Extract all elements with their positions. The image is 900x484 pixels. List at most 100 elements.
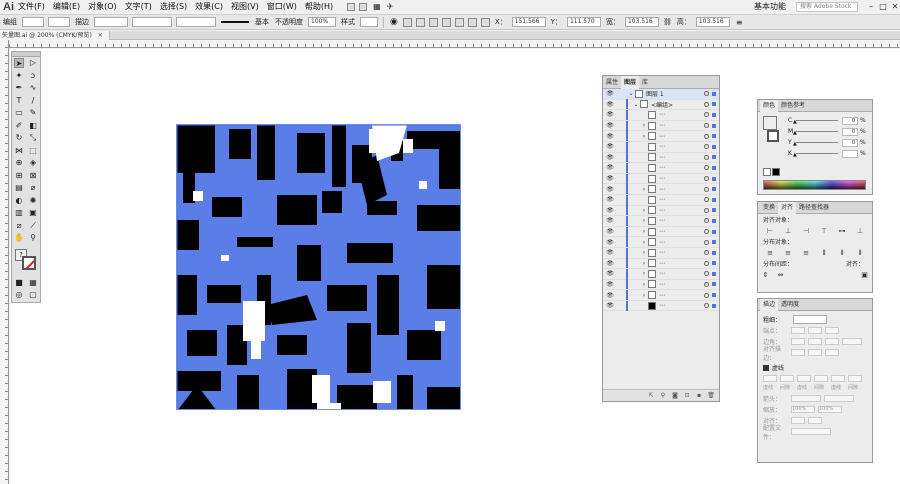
selection-indicator[interactable]: [712, 218, 716, 223]
visibility-eye-icon[interactable]: 👁: [605, 143, 615, 150]
target-circle-icon[interactable]: [704, 303, 709, 309]
target-circle-icon[interactable]: [704, 112, 709, 118]
selection-indicator[interactable]: [712, 271, 716, 276]
sublayer-row[interactable]: 👁 › ⋯: [603, 205, 719, 217]
arrow-tip-beyond-icon[interactable]: [791, 417, 805, 424]
align-to-select-icon[interactable]: ▣: [860, 271, 869, 280]
slice-tool-icon[interactable]: ⧄: [14, 221, 24, 231]
align-left-icon[interactable]: [402, 17, 412, 27]
expand-chevron-icon[interactable]: ⌄: [627, 90, 635, 97]
scale-end-input[interactable]: 100%: [818, 406, 842, 413]
hand-tool-icon[interactable]: ✋: [14, 233, 24, 243]
target-circle-icon[interactable]: [704, 186, 709, 192]
pen-tool-icon[interactable]: ✒: [14, 83, 24, 93]
sublayer-row[interactable]: 👁 › ⋯: [603, 268, 719, 280]
expand-chevron-icon[interactable]: ›: [640, 217, 648, 224]
visibility-eye-icon[interactable]: 👁: [605, 111, 615, 118]
tab-libraries[interactable]: 库: [639, 76, 651, 89]
width-input[interactable]: 103.516: [624, 17, 659, 27]
target-circle-icon[interactable]: [704, 271, 709, 277]
selection-indicator[interactable]: [712, 165, 716, 170]
line-tool-icon[interactable]: /: [28, 96, 38, 106]
group-name[interactable]: <编组>: [651, 100, 704, 109]
variable-width-select[interactable]: [132, 17, 172, 27]
selection-indicator[interactable]: [712, 282, 716, 287]
stroke-color-select[interactable]: [48, 17, 70, 27]
target-circle-icon[interactable]: [704, 207, 709, 213]
menu-type[interactable]: 文字(T): [125, 1, 152, 12]
target-circle-icon[interactable]: [704, 229, 709, 235]
sublayer-name[interactable]: ⋯: [659, 196, 704, 203]
sublayer-row[interactable]: 👁 ⋯: [603, 141, 719, 153]
dash-input[interactable]: [831, 375, 845, 382]
visibility-eye-icon[interactable]: 👁: [605, 186, 615, 193]
visibility-eye-icon[interactable]: 👁: [605, 154, 615, 161]
profile-select[interactable]: [176, 17, 216, 27]
visibility-eye-icon[interactable]: 👁: [605, 292, 615, 299]
round-join-icon[interactable]: [808, 338, 822, 345]
visibility-eye-icon[interactable]: 👁: [605, 228, 615, 235]
align-inside-stroke-icon[interactable]: [808, 349, 822, 356]
expand-chevron-icon[interactable]: ›: [640, 249, 648, 256]
document-tab[interactable]: 矢量图.ai @ 200% (CMYK/预览) ✕: [0, 31, 110, 40]
transform-icon[interactable]: [480, 17, 490, 27]
expand-chevron-icon[interactable]: ›: [640, 133, 648, 140]
selection-indicator[interactable]: [712, 229, 716, 234]
limit-input[interactable]: [842, 338, 862, 345]
expand-chevron-icon[interactable]: ⌄: [632, 101, 640, 108]
free-transform-tool-icon[interactable]: ⬚: [28, 146, 38, 156]
selection-indicator[interactable]: [712, 197, 716, 202]
visibility-eye-icon[interactable]: 👁: [605, 207, 615, 214]
align-hcenter-icon[interactable]: [415, 17, 425, 27]
expand-chevron-icon[interactable]: ›: [640, 239, 648, 246]
distribute-v-center-icon[interactable]: ≡: [784, 249, 793, 258]
align-center-stroke-icon[interactable]: [791, 349, 805, 356]
target-circle-icon[interactable]: [704, 239, 709, 245]
visibility-eye-icon[interactable]: 👁: [605, 270, 615, 277]
stroke-weight-input[interactable]: [94, 17, 128, 27]
arrow-end-select[interactable]: [824, 395, 854, 402]
maximize-button[interactable]: □: [878, 2, 888, 11]
distribute-h-space-icon[interactable]: ⇔: [776, 271, 785, 280]
vector-artwork[interactable]: [176, 124, 461, 410]
dashed-line-checkbox[interactable]: [763, 364, 769, 371]
layer-row-group[interactable]: 👁 ⌄ <编组>: [603, 99, 719, 111]
sublayer-row[interactable]: 👁 › ⋯: [603, 120, 719, 132]
sublayer-name[interactable]: ⋯: [659, 186, 704, 193]
menu-help[interactable]: 帮助(H): [305, 1, 333, 12]
menu-edit[interactable]: 编辑(E): [53, 1, 80, 12]
sublayer-row[interactable]: 👁 › ⋯: [603, 258, 719, 270]
draw-mode-icon[interactable]: ◎: [14, 290, 24, 300]
channel-slider[interactable]: [793, 141, 838, 147]
expand-chevron-icon[interactable]: ›: [640, 186, 648, 193]
target-circle-icon[interactable]: [704, 292, 709, 298]
gap-input[interactable]: [848, 375, 862, 382]
options-menu-icon[interactable]: ≡: [736, 18, 743, 27]
selection-indicator[interactable]: [712, 208, 716, 213]
layer-name[interactable]: 图层 1: [646, 89, 704, 98]
height-input[interactable]: 103.516: [695, 17, 730, 27]
close-window-button[interactable]: ✕: [890, 2, 900, 11]
none-swatch[interactable]: [763, 168, 771, 176]
sublayer-name[interactable]: ⋯: [659, 260, 704, 267]
dash-input[interactable]: [763, 375, 777, 382]
width-tool-icon[interactable]: ⋈: [14, 146, 24, 156]
sublayer-name[interactable]: ⋯: [659, 270, 704, 277]
vertical-ruler[interactable]: [0, 40, 9, 484]
channel-value[interactable]: 0: [842, 127, 858, 136]
arrange-docs-icon[interactable]: ▦: [373, 2, 381, 11]
shape-builder-tool-icon[interactable]: ⊕: [14, 158, 24, 168]
selection-indicator[interactable]: [712, 293, 716, 298]
close-tab-icon[interactable]: ✕: [98, 32, 103, 39]
stock-search-input[interactable]: 搜索 Adobe Stock: [796, 1, 858, 12]
target-circle-icon[interactable]: [704, 101, 709, 107]
mesh-tool-icon[interactable]: ⊠: [28, 171, 38, 181]
scale-start-input[interactable]: 100%: [791, 406, 815, 413]
tab-stroke[interactable]: 描边: [760, 298, 779, 311]
new-sublayer-icon[interactable]: ⊡: [683, 392, 691, 400]
sublayer-row[interactable]: 👁 › ⋯: [603, 184, 719, 195]
visibility-eye-icon[interactable]: 👁: [605, 175, 615, 182]
channel-value[interactable]: [842, 149, 858, 158]
delete-layer-icon[interactable]: 🗑: [707, 392, 715, 400]
profile-select[interactable]: [791, 428, 831, 435]
